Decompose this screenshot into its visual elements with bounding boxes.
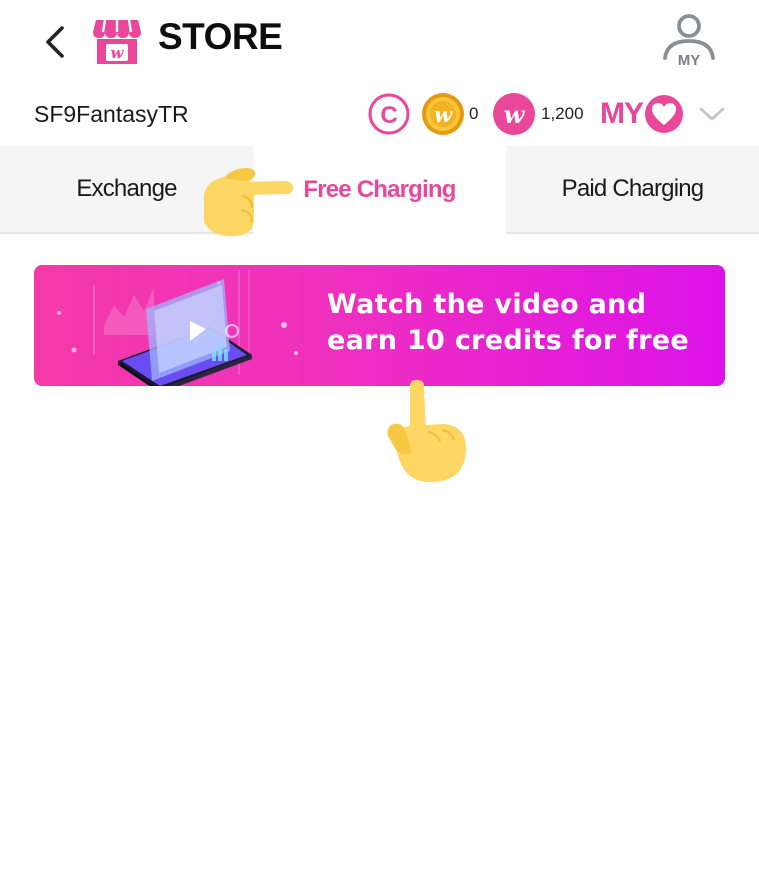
account-dropdown[interactable] [697,102,727,126]
banner-line-2: earn 10 credits for free [327,325,689,356]
my-profile-button[interactable]: MY [658,12,720,70]
c-coin-icon: C [368,93,410,135]
user-icon: MY [663,14,715,69]
w-credit-icon: w [492,92,536,136]
store-icon: w [92,16,142,66]
watch-video-banner[interactable]: Watch the video and earn 10 credits for … [34,265,725,386]
svg-text:w: w [111,44,125,62]
coin-count: 0 [469,104,479,123]
svg-text:w: w [434,102,453,127]
banner-line-1: Watch the video and [327,289,647,320]
heart-icon [645,95,683,133]
svg-text:MY: MY [678,52,701,69]
my-heart-button[interactable]: MY [600,92,684,136]
back-button[interactable] [38,22,74,62]
username: SF9FantasyTR [34,101,189,127]
chevron-down-icon [699,107,725,121]
gold-coin-icon: w [420,91,466,137]
w-credit-count: 1,200 [541,104,584,123]
banner-text: Watch the video and earn 10 credits for … [327,287,717,359]
tab-paid-charging[interactable]: Paid Charging [506,146,759,232]
my-heart-label: MY [600,97,644,130]
chevron-left-icon [46,26,64,58]
hand-pointing-up-icon [384,378,472,486]
svg-text:w: w [504,100,526,129]
charging-tabs: Exchange Free Charging Paid Charging [0,146,759,234]
svg-text:C: C [380,102,397,129]
account-row: SF9FantasyTR C w 0 w 1,200 MY [0,84,759,144]
phone-video-play-icon [57,270,298,386]
header: w STORE MY [0,0,759,82]
refresh-credit-button[interactable]: C [367,92,411,136]
hand-pointing-right-icon [196,162,294,238]
page-title: STORE [158,16,283,57]
